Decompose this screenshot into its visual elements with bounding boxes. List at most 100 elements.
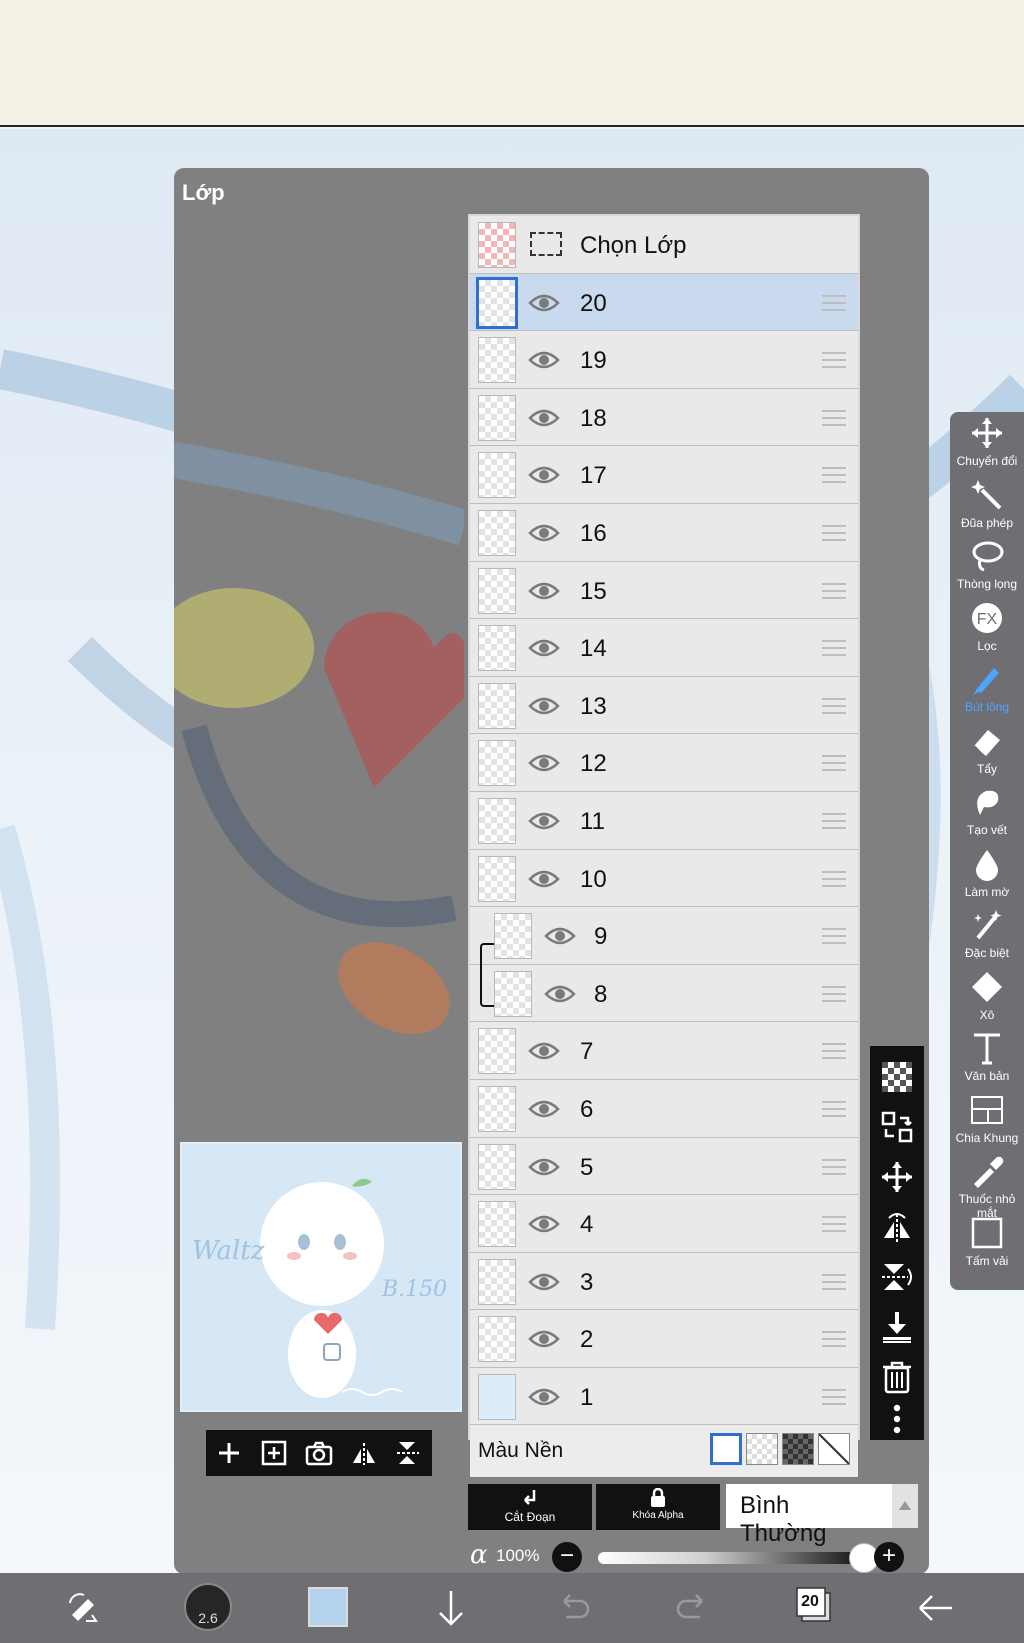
tool-smudge[interactable]: Tạo vết bbox=[950, 781, 1024, 843]
drag-handle-icon[interactable] bbox=[822, 1158, 846, 1175]
delete-layer-icon[interactable] bbox=[880, 1360, 914, 1394]
layer-row[interactable]: 15 bbox=[470, 561, 858, 620]
canvas-flip-horizontal-icon[interactable] bbox=[350, 1439, 378, 1467]
layer-row[interactable]: 18 bbox=[470, 388, 858, 447]
camera-icon[interactable] bbox=[305, 1439, 333, 1467]
layer-row[interactable]: 10 bbox=[470, 849, 858, 908]
brush-size-button[interactable]: 2.6 bbox=[184, 1583, 232, 1631]
merge-down-icon[interactable] bbox=[880, 1310, 914, 1344]
canvas-flip-vertical-icon[interactable] bbox=[395, 1439, 423, 1467]
add-layer-icon[interactable] bbox=[215, 1439, 243, 1467]
tool-magic-wand[interactable]: Đũa phép bbox=[950, 474, 1024, 536]
tool-brush[interactable]: Bút lông bbox=[950, 658, 1024, 720]
visibility-eye-icon[interactable] bbox=[528, 349, 560, 371]
drag-handle-icon[interactable] bbox=[822, 640, 846, 657]
visibility-eye-icon[interactable] bbox=[528, 580, 560, 602]
visibility-eye-icon[interactable] bbox=[528, 407, 560, 429]
alpha-lock-button[interactable]: Khóa Alpha bbox=[596, 1484, 720, 1530]
layer-row[interactable]: 17 bbox=[470, 446, 858, 504]
layer-row[interactable]: 3 bbox=[470, 1252, 858, 1311]
visibility-eye-icon[interactable] bbox=[528, 1156, 560, 1178]
drag-handle-icon[interactable] bbox=[822, 1043, 846, 1060]
visibility-eye-icon[interactable] bbox=[528, 868, 560, 890]
tool-move[interactable]: Chuyển đổi bbox=[950, 412, 1024, 474]
tool-text[interactable]: Văn bản bbox=[950, 1027, 1024, 1089]
visibility-eye-icon[interactable] bbox=[528, 522, 560, 544]
layer-row[interactable]: 14 bbox=[470, 619, 858, 677]
flip-vertical-icon[interactable] bbox=[880, 1260, 914, 1294]
visibility-eye-icon[interactable] bbox=[528, 1271, 560, 1293]
layer-row[interactable]: 2 bbox=[470, 1310, 858, 1368]
drag-handle-icon[interactable] bbox=[822, 352, 846, 369]
drag-handle-icon[interactable] bbox=[822, 467, 846, 484]
more-options-icon[interactable] bbox=[880, 1402, 914, 1436]
layer-row[interactable]: 5 bbox=[470, 1137, 858, 1196]
drag-handle-icon[interactable] bbox=[822, 582, 846, 599]
drag-handle-icon[interactable] bbox=[822, 524, 846, 541]
blend-mode-select[interactable]: Bình Thường bbox=[726, 1484, 892, 1547]
tool-bucket[interactable]: Xô bbox=[950, 966, 1024, 1028]
visibility-eye-icon[interactable] bbox=[528, 1386, 560, 1408]
drag-handle-icon[interactable] bbox=[822, 409, 846, 426]
visibility-eye-icon[interactable] bbox=[528, 1098, 560, 1120]
layer-row[interactable]: 13 bbox=[470, 676, 858, 735]
tool-special[interactable]: Đặc biệt bbox=[950, 904, 1024, 966]
canvas-preview[interactable]: Waltz B.150 bbox=[180, 1142, 462, 1412]
visibility-eye-icon[interactable] bbox=[528, 752, 560, 774]
drag-handle-icon[interactable] bbox=[822, 697, 846, 714]
blend-mode-arrow-icon[interactable] bbox=[892, 1484, 918, 1528]
visibility-eye-icon[interactable] bbox=[528, 810, 560, 832]
move-layer-icon[interactable] bbox=[880, 1160, 914, 1194]
quick-access-icon[interactable] bbox=[62, 1585, 108, 1631]
drag-handle-icon[interactable] bbox=[822, 755, 846, 772]
visibility-eye-icon[interactable] bbox=[544, 983, 576, 1005]
tool-frame-divider[interactable]: Chia Khung bbox=[950, 1089, 1024, 1151]
layer-row[interactable]: 11 bbox=[470, 791, 858, 850]
visibility-eye-icon[interactable] bbox=[528, 292, 560, 314]
tool-eraser[interactable]: Tẩy bbox=[950, 720, 1024, 782]
drag-handle-icon[interactable] bbox=[822, 1388, 846, 1405]
drag-handle-icon[interactable] bbox=[822, 1216, 846, 1233]
layer-row[interactable]: 16 bbox=[470, 503, 858, 562]
drag-handle-icon[interactable] bbox=[822, 812, 846, 829]
tool-canvas[interactable]: Tấm vải bbox=[950, 1212, 1024, 1274]
bg-light-checker-swatch[interactable] bbox=[746, 1433, 778, 1466]
drag-handle-icon[interactable] bbox=[822, 294, 846, 311]
redo-icon[interactable] bbox=[670, 1585, 716, 1631]
layer-row[interactable]: 20 bbox=[470, 273, 858, 332]
bg-dark-checker-swatch[interactable] bbox=[782, 1433, 814, 1466]
visibility-eye-icon[interactable] bbox=[544, 925, 576, 947]
layer-row[interactable]: 19 bbox=[470, 331, 858, 389]
back-arrow-icon[interactable] bbox=[912, 1585, 958, 1631]
tool-blur[interactable]: Làm mờ bbox=[950, 843, 1024, 905]
layers-button[interactable]: 20 bbox=[796, 1587, 831, 1622]
tool-fx[interactable]: FX Lọc bbox=[950, 597, 1024, 659]
bg-transparent-swatch[interactable] bbox=[818, 1433, 850, 1466]
layer-row[interactable]: 12 bbox=[470, 734, 858, 792]
clipping-button[interactable]: Cắt Đoạn bbox=[468, 1484, 592, 1530]
duplicate-layer-icon[interactable] bbox=[260, 1439, 288, 1467]
tool-eyedropper[interactable]: Thuốc nhỏ mắt bbox=[950, 1150, 1024, 1220]
layer-row[interactable]: 1 bbox=[470, 1367, 858, 1426]
drag-handle-icon[interactable] bbox=[822, 928, 846, 945]
visibility-eye-icon[interactable] bbox=[528, 695, 560, 717]
drag-handle-icon[interactable] bbox=[822, 870, 846, 887]
swap-layer-icon[interactable] bbox=[880, 1110, 914, 1144]
download-arrow-icon[interactable] bbox=[428, 1585, 474, 1631]
opacity-decrease-button[interactable]: − bbox=[552, 1542, 582, 1572]
visibility-eye-icon[interactable] bbox=[528, 464, 560, 486]
drag-handle-icon[interactable] bbox=[822, 1273, 846, 1290]
visibility-eye-icon[interactable] bbox=[528, 1213, 560, 1235]
color-picker-button[interactable] bbox=[308, 1587, 348, 1627]
flip-horizontal-icon[interactable] bbox=[880, 1210, 914, 1244]
checker-fill-icon[interactable] bbox=[880, 1060, 914, 1094]
tool-lasso[interactable]: Thòng lọng bbox=[950, 535, 1024, 597]
drag-handle-icon[interactable] bbox=[822, 985, 846, 1002]
layer-row[interactable]: 9 bbox=[470, 907, 858, 965]
drag-handle-icon[interactable] bbox=[822, 1100, 846, 1117]
undo-icon[interactable] bbox=[550, 1585, 596, 1631]
drag-handle-icon[interactable] bbox=[822, 1331, 846, 1348]
layer-row[interactable]: 8 bbox=[470, 942, 858, 1023]
opacity-slider[interactable] bbox=[598, 1543, 879, 1573]
opacity-increase-button[interactable]: + bbox=[874, 1542, 904, 1572]
